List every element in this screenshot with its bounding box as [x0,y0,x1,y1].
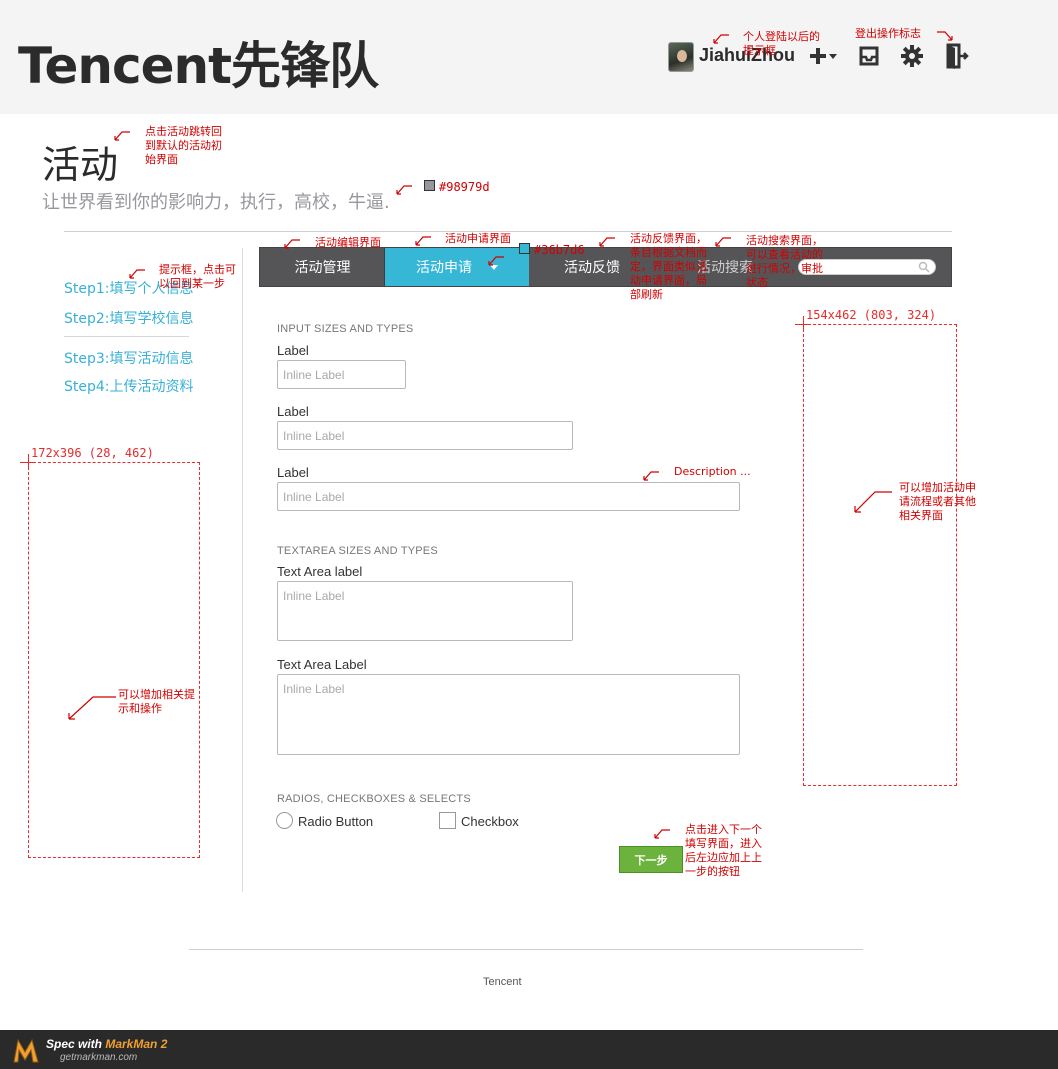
app-header: Tencent先锋队 JiahuiZhou [0,0,1058,114]
annotation-arrow-icon [654,829,670,839]
annotation-title: 点击活动跳转回 到默认的活动初 始界面 [145,125,222,166]
annotation-nav-edit: 活动编辑界面 [315,236,381,249]
annotation-arrow-icon [715,237,731,247]
annotation-right-box: 可以增加活动申 请流程或者其他 相关界面 [899,481,976,522]
annotation-next: 点击进入下一个 填写界面，进入 后左边应加上上 一步的按钮 [685,823,762,878]
nav-tab-label: 活动管理 [294,260,351,276]
input-small[interactable] [277,360,406,389]
logout-icon[interactable] [944,42,970,70]
checkbox[interactable] [439,812,456,829]
markman-subtitle: getmarkman.com [60,1052,138,1063]
radio-button[interactable] [276,812,293,829]
options-section-title: RADIOS, CHECKBOXES & SELECTS [277,793,471,805]
annotation-left-box: 可以增加相关提 示和操作 [118,688,195,715]
page-subtitle: 让世界看到你的影响力，执行，高校，牛逼. [42,192,390,213]
next-step-button[interactable]: 下一步 [619,846,683,873]
right-box-dimensions: 154x462 (803, 324) [806,308,937,322]
input-label-2: Label [277,404,309,419]
page-title[interactable]: 活动 [42,134,118,189]
annotation-arrow-icon [68,696,116,720]
brand-logo[interactable]: Tencent先锋队 [18,26,379,98]
color-swatch-subtitle [424,180,435,191]
footer-divider [189,949,863,950]
nav-tab-manage[interactable]: 活动管理 [260,248,385,286]
textarea-medium[interactable] [277,581,573,641]
annotation-arrow-icon [129,269,145,279]
sidebar-divider [242,248,243,892]
textarea-label-1: Text Area label [277,564,363,579]
annotation-arrow-icon [713,34,729,44]
textarea-section-title: TEXTAREA SIZES AND TYPES [277,545,438,557]
search-icon[interactable] [918,261,930,273]
footer-text: Tencent [483,976,522,988]
left-box-dimensions: 172x396 (28, 462) [31,446,154,460]
textarea-large[interactable] [277,674,740,755]
annotation-profile: 个人登陆以后的 提示框 [743,30,820,57]
annotation-nav-apply: 活动申请界面 [445,232,511,245]
annotation-arrow-icon [396,185,412,195]
annotation-arrow-icon [937,31,953,41]
input-section-title: INPUT SIZES AND TYPES [277,323,414,335]
crosshair-marker [28,454,29,470]
markman-footer-bar: Spec with MarkMan 2 getmarkman.com [0,1030,1058,1069]
markman-title-prefix: Spec with [46,1037,106,1051]
annotation-nav-feedback: 活动反馈界面， 条目根据文档而 定，界面类似活 动申请界面，局 部刷新 [630,232,707,301]
input-large[interactable] [277,482,740,511]
annotation-arrow-icon [643,471,659,481]
annotation-nav-search: 活动搜索界面， 可以查看活动的 进行情况，审批 状态 [746,234,823,289]
color-label-nav: #36b7d6 [534,243,585,257]
sidebar-step-4[interactable]: Step4:上传活动资料 [64,376,194,396]
crosshair-marker [803,316,804,332]
input-label-1: Label [277,343,309,358]
checkbox-label[interactable]: Checkbox [461,814,519,829]
annotation-arrow-icon [854,491,892,513]
left-placeholder-box [28,462,200,858]
annotation-description: Description ... [674,465,751,478]
annotation-logout: 登出操作标志 [855,27,921,40]
inbox-icon[interactable] [857,42,881,70]
nav-tab-apply[interactable]: 活动申请 [385,248,529,286]
sidebar-step-3[interactable]: Step3:填写活动信息 [64,348,194,368]
annotation-arrow-icon [114,131,130,141]
annotation-arrow-icon [599,237,615,247]
input-medium[interactable] [277,421,573,450]
color-label-subtitle: #98979d [439,180,490,194]
annotation-arrow-icon [415,236,431,246]
markman-title: Spec with MarkMan 2 [46,1037,167,1051]
annotation-arrow-icon [488,256,504,266]
nav-tab-label: 活动反馈 [564,260,620,276]
input-label-3: Label [277,465,309,480]
nav-tab-label: 活动申请 [416,260,472,276]
gear-icon[interactable] [900,42,924,70]
markman-logo-icon [13,1038,39,1063]
sidebar-step-divider [64,336,189,337]
annotation-arrow-icon [284,239,300,249]
radio-label[interactable]: Radio Button [298,814,373,829]
color-swatch-nav [519,243,530,254]
sidebar-step-2[interactable]: Step2:填写学校信息 [64,308,194,328]
user-avatar[interactable] [668,42,694,72]
markman-brand: MarkMan 2 [105,1037,168,1051]
right-placeholder-box [803,324,957,786]
annotation-steps: 提示框，点击可 以回到某一步 [159,263,236,290]
textarea-label-2: Text Area Label [277,657,367,672]
